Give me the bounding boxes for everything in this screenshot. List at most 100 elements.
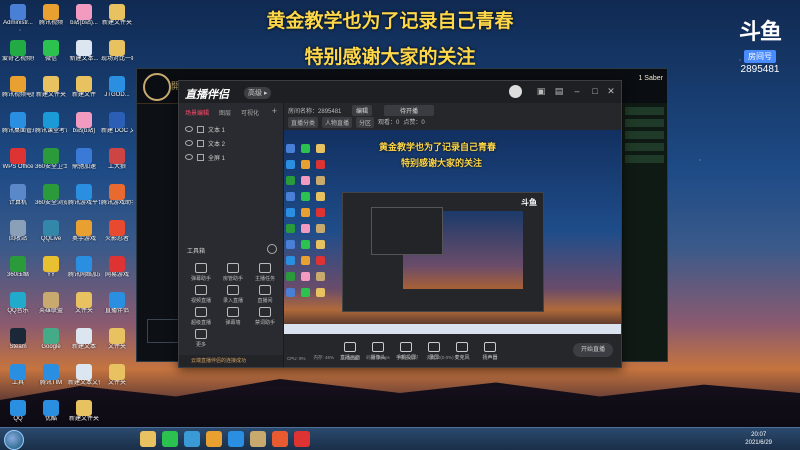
lock-icon[interactable] (197, 125, 204, 133)
desktop-icon[interactable]: 腾讯游戏助手 (101, 182, 133, 218)
desktop-icon[interactable]: 网易游戏 (101, 254, 133, 290)
desktop-icon[interactable]: 鼎驰加速 (68, 146, 100, 182)
desktop-icon[interactable]: b站(b站) (68, 110, 100, 146)
desktop-icon[interactable]: 腾讯TIM (35, 362, 67, 398)
browser-icon[interactable] (184, 431, 200, 447)
desktop-icon[interactable]: 工具 (2, 362, 34, 398)
lol-friend-row[interactable] (625, 107, 664, 115)
eye-icon[interactable] (185, 154, 193, 160)
desktop-icon[interactable]: Google (35, 326, 67, 362)
lol-friend-row[interactable] (625, 155, 664, 163)
desktop-icon[interactable]: 新建文件 (68, 74, 100, 110)
toolbox-item[interactable]: 禁词助手 (249, 307, 281, 329)
toolbox-item[interactable]: 超级直播 (185, 307, 217, 329)
taskbar-clock[interactable]: 20:07 2021/6/29 (745, 431, 772, 447)
desktop-icon[interactable]: 工大狼 (101, 146, 133, 182)
desktop-icon[interactable]: 回收站 (2, 218, 34, 254)
tab-visual[interactable]: 可视化 (241, 108, 259, 117)
desktop-icon[interactable]: 新建文件夹 (101, 2, 133, 38)
desktop-icon[interactable]: 微信 (35, 38, 67, 74)
wechat-icon[interactable] (162, 431, 178, 447)
desktop-icon[interactable]: 奥宇游戏 (68, 218, 100, 254)
desktop-icon[interactable]: 文件夹 (101, 326, 133, 362)
scene-item[interactable]: 文本 1 (179, 122, 283, 136)
toolbox-item[interactable]: 直播间 (249, 285, 281, 307)
desktop-icon[interactable]: 腾讯课堂考试 (35, 110, 67, 146)
desktop-icon[interactable]: 腾讯视频 (35, 2, 67, 38)
toolbox-item[interactable]: 房管助手 (217, 263, 249, 285)
toolbox-item[interactable]: 更多 (185, 329, 217, 351)
scene-item[interactable]: 全屏 1 (179, 150, 283, 164)
toolbox-item[interactable]: 录入直播 (217, 285, 249, 307)
lol-logo-icon[interactable] (143, 73, 171, 101)
maximize-icon[interactable]: □ (589, 86, 601, 96)
desktop-icon[interactable]: 腾讯视频电脑 (2, 74, 34, 110)
video-app-icon[interactable] (206, 431, 222, 447)
lock-icon[interactable]: ▤ (553, 86, 565, 97)
desktop-icon[interactable]: YY (35, 254, 67, 290)
toolbox-more-icon[interactable] (267, 244, 277, 254)
desktop-icon[interactable]: 文件夹 (101, 362, 133, 398)
desktop-icon[interactable]: 360安全浏览器 (35, 182, 67, 218)
media-icon[interactable] (272, 431, 288, 447)
desktop-icon[interactable]: 文件夹 (68, 290, 100, 326)
start-button[interactable] (4, 430, 24, 450)
eye-icon[interactable] (185, 126, 193, 132)
lol-icon[interactable] (250, 431, 266, 447)
lol-friend-row[interactable] (625, 143, 664, 151)
desktop-icon[interactable]: b站(b站)... (68, 2, 100, 38)
desktop-icon[interactable]: JTGOD... (101, 74, 133, 110)
stream-assistant-window[interactable]: 直播伴侣 高级 ▸ ▣ ▤ – □ ✕ 场景编辑 图层 可视化 + 文本 1 文… (178, 80, 622, 368)
app-icon[interactable] (294, 431, 310, 447)
lol-friend-row[interactable] (625, 119, 664, 127)
lock-icon[interactable] (197, 153, 204, 161)
eye-icon[interactable] (185, 140, 193, 146)
desktop-icon[interactable]: 火影忍者 (101, 218, 133, 254)
edit-button[interactable]: 编辑 (352, 105, 373, 116)
desktop-icon[interactable]: Administr... (2, 2, 34, 38)
file-explorer-icon[interactable] (140, 431, 156, 447)
scene-item[interactable]: 文本 2 (179, 136, 283, 150)
desktop-icon[interactable]: 新建文本 (68, 326, 100, 362)
desktop-icon[interactable]: 新建文本文件 (68, 362, 100, 398)
desktop-icon[interactable]: QQLive (35, 218, 67, 254)
desktop-icon[interactable]: QQ音乐 (2, 290, 34, 326)
desktop-icon[interactable]: 360安全卫士 (35, 146, 67, 182)
desktop-icon[interactable]: 新建 DOC 文件 (101, 110, 133, 146)
desktop-icon[interactable]: 爱奇艺视频播 (2, 38, 34, 74)
toolbox-item[interactable]: 视频直播 (185, 285, 217, 307)
stream-assistant-icon[interactable] (228, 431, 244, 447)
lock-icon[interactable] (197, 139, 204, 147)
tab-scene-edit[interactable]: 场景编辑 (185, 108, 209, 117)
tag-pill[interactable]: 分区 (356, 117, 375, 128)
desktop-icon[interactable]: 英雄联盟 (35, 290, 67, 326)
desktop-icon[interactable]: 腾讯网络加速 (68, 254, 100, 290)
desktop-icon[interactable]: 计算机 (2, 182, 34, 218)
version-badge[interactable]: 高级 ▸ (244, 87, 272, 99)
desktop-icon[interactable]: 腾讯游戏平台 (68, 182, 100, 218)
toolbox-item[interactable]: 弹幕墙 (217, 307, 249, 329)
desktop-icon[interactable]: 新建文件夹 (35, 74, 67, 110)
desktop-icon[interactable]: 现场对比一线 (101, 38, 133, 74)
desktop-icon[interactable]: 360压缩 (2, 254, 34, 290)
toolbox-item[interactable]: 弹幕助手 (185, 263, 217, 285)
minimize-icon[interactable]: – (571, 86, 583, 96)
close-icon[interactable]: ✕ (605, 86, 617, 97)
tab-layers[interactable]: 图层 (219, 108, 231, 117)
desktop-icon[interactable]: 腾讯桌面管理 (2, 110, 34, 146)
app-shortcut-icon (76, 292, 92, 308)
stream-preview[interactable]: 黄金教学也为了记录自己青春 特别感谢大家的关注 斗鱼 (284, 130, 621, 334)
avatar[interactable] (509, 85, 522, 98)
tag-pill[interactable]: 人物直播 (322, 117, 353, 128)
calendar-icon[interactable]: ▣ (535, 86, 547, 97)
desktop-icon[interactable]: 直播伴侣 (101, 290, 133, 326)
desktop-icon[interactable]: WPS Office (2, 146, 34, 182)
lol-friends-panel[interactable] (621, 103, 667, 361)
desktop-icon[interactable]: Steam (2, 326, 34, 362)
add-scene-button[interactable]: + (272, 106, 277, 116)
tag-pill[interactable]: 直播分类 (288, 117, 319, 128)
preview-desktop-icon (301, 176, 310, 185)
desktop-icon[interactable]: 新建文本... (68, 38, 100, 74)
lol-friend-row[interactable] (625, 131, 664, 139)
toolbox-item[interactable]: 主播任务 (249, 263, 281, 285)
